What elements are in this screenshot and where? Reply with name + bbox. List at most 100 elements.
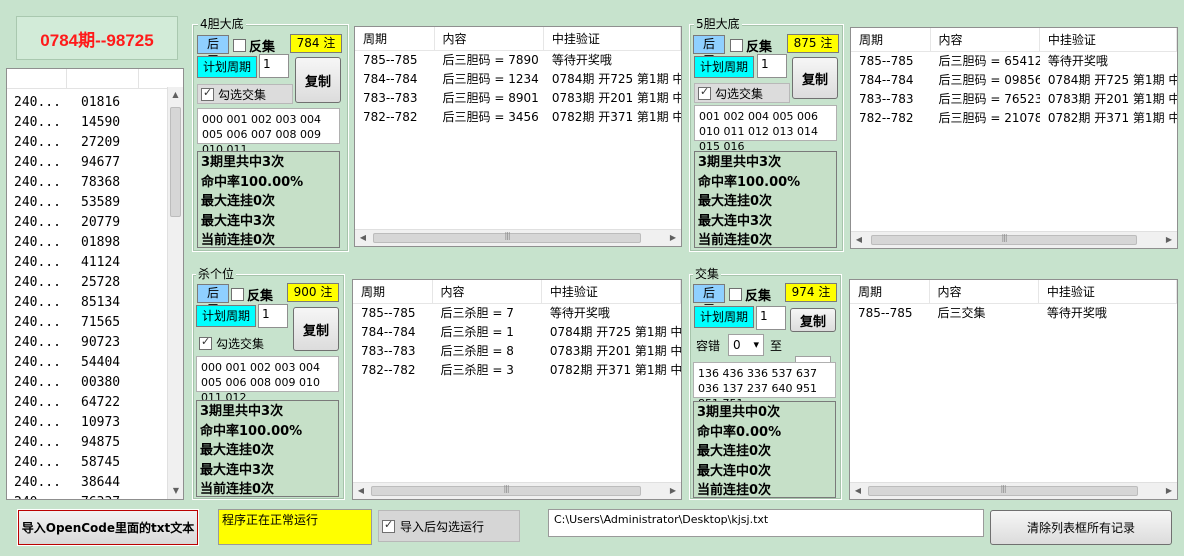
- pk-copy-button[interactable]: 复制: [293, 307, 339, 351]
- horizontal-scrollbar[interactable]: ◀▶: [353, 482, 681, 499]
- history-row[interactable]: 240... 00380: [7, 373, 169, 393]
- history-row[interactable]: 240... 14590: [7, 113, 169, 133]
- history-row[interactable]: 240... 20779: [7, 213, 169, 233]
- history-row[interactable]: 240... 54404: [7, 353, 169, 373]
- checkbox-checked-icon[interactable]: [201, 86, 214, 101]
- p5-invert-checkbox[interactable]: 反集: [730, 36, 772, 55]
- scroll-thumb[interactable]: [170, 107, 181, 217]
- pk-check-intersection[interactable]: 勾选交集: [196, 333, 292, 353]
- table-row[interactable]: 785--785 后三胆码 = 65412 等待开奖哦: [851, 52, 1177, 71]
- column-header[interactable]: 周期: [353, 280, 433, 303]
- scroll-left-icon[interactable]: ◀: [353, 483, 369, 499]
- checkbox-icon[interactable]: [730, 39, 743, 52]
- history-row[interactable]: 240... 25728: [7, 273, 169, 293]
- column-header[interactable]: 中挂验证: [1040, 28, 1177, 51]
- scroll-thumb[interactable]: [868, 486, 1138, 496]
- history-row[interactable]: 240...76337: [7, 493, 169, 499]
- table-row[interactable]: 782--782 后三胆码 = 21078 0782期 开371 第1期 中: [851, 109, 1177, 128]
- scroll-thumb[interactable]: [371, 486, 641, 496]
- auto-run-checkbox[interactable]: 导入后勾选运行: [378, 510, 520, 542]
- checkbox-icon[interactable]: [233, 39, 246, 52]
- checkbox-icon[interactable]: [729, 288, 742, 301]
- horizontal-scrollbar[interactable]: ◀▶: [850, 482, 1177, 499]
- p5-results-table[interactable]: 周期 内容 中挂验证 785--785 后三胆码 = 65412 等待开奖哦 784--78…: [850, 27, 1178, 249]
- table-row[interactable]: 784--784 后三胆码 = 1234 0784期 开725 第1期 中: [355, 70, 681, 89]
- pj-tolerance-from-select[interactable]: 0: [728, 334, 764, 356]
- pj-results-table[interactable]: 周期内容中挂验证785--785后三交集等待开奖哦◀▶: [849, 279, 1178, 500]
- checkbox-checked-icon[interactable]: [698, 85, 711, 100]
- table-row[interactable]: 783--783 后三杀胆 = 8 0783期 开201 第1期 中: [353, 342, 681, 361]
- history-vertical-scrollbar[interactable]: ▲ ▼: [167, 87, 183, 499]
- history-row[interactable]: 240... 58745: [7, 453, 169, 473]
- column-header[interactable]: 内容: [433, 280, 542, 303]
- scroll-thumb[interactable]: [373, 233, 641, 243]
- pk-number-box[interactable]: 000 001 002 003 004 005 006 008 009 010 …: [196, 356, 339, 404]
- p4-check-intersection[interactable]: 勾选交集: [197, 84, 293, 104]
- table-row[interactable]: 785--785 后三杀胆 = 7 等待开奖哦: [353, 304, 681, 323]
- table-row[interactable]: 784--784 后三杀胆 = 1 0784期 开725 第1期 中: [353, 323, 681, 342]
- column-header[interactable]: 周期: [850, 280, 930, 303]
- column-header[interactable]: 中挂验证: [544, 27, 681, 50]
- pj-plan-input[interactable]: 1: [756, 306, 786, 330]
- history-row[interactable]: 240... 01816: [7, 93, 169, 113]
- p5-plan-input[interactable]: 1: [757, 54, 787, 78]
- p5-number-box[interactable]: 001 002 004 005 006 010 011 012 013 014 …: [694, 105, 837, 153]
- p4-results-table[interactable]: 周期 内容 中挂验证 785--785 后三胆码 = 7890 等待开奖哦 784--784…: [354, 26, 682, 247]
- history-row[interactable]: 240... 53589: [7, 193, 169, 213]
- import-txt-button[interactable]: 导入OpenCode里面的txt文本: [17, 509, 199, 546]
- history-row[interactable]: 240... 71565: [7, 313, 169, 333]
- history-row[interactable]: 240... 94875: [7, 433, 169, 453]
- table-row[interactable]: 783--783 后三胆码 = 76523 0783期 开201 第1期 中: [851, 90, 1177, 109]
- history-row[interactable]: 240... 90723: [7, 333, 169, 353]
- file-path-input[interactable]: C:\Users\Administrator\Desktop\kjsj.txt: [548, 509, 984, 537]
- history-row[interactable]: 240... 78368: [7, 173, 169, 193]
- horizontal-scrollbar[interactable]: ◀▶: [355, 229, 681, 246]
- p4-copy-button[interactable]: 复制: [295, 57, 341, 103]
- scroll-left-icon[interactable]: ◀: [850, 483, 866, 499]
- pk-results-table[interactable]: 周期 内容 中挂验证 785--785 后三杀胆 = 7 等待开奖哦 784--784 后三杀…: [352, 279, 682, 500]
- scroll-right-icon[interactable]: ▶: [665, 230, 681, 246]
- history-listbox[interactable]: 240... 01816 240... 14590 240... 27209 240... 9…: [6, 68, 184, 500]
- scroll-right-icon[interactable]: ▶: [1161, 232, 1177, 248]
- history-row[interactable]: 240... 94677: [7, 153, 169, 173]
- column-header[interactable]: 周期: [851, 28, 931, 51]
- column-header[interactable]: 周期: [355, 27, 435, 50]
- pk-invert-checkbox[interactable]: 反集: [231, 285, 273, 304]
- history-row[interactable]: 240... 85134: [7, 293, 169, 313]
- column-header[interactable]: 中挂验证: [1039, 280, 1177, 303]
- column-header[interactable]: 内容: [435, 27, 544, 50]
- scroll-up-icon[interactable]: ▲: [168, 87, 183, 103]
- checkbox-icon[interactable]: [231, 288, 244, 301]
- p5-check-intersection[interactable]: 勾选交集: [694, 83, 790, 103]
- pj-number-box[interactable]: 136 436 336 537 637 036 137 237 640 951 …: [693, 362, 836, 410]
- column-header[interactable]: 中挂验证: [542, 280, 681, 303]
- table-row[interactable]: 783--783 后三胆码 = 8901 0783期 开201 第1期 中: [355, 89, 681, 108]
- table-row[interactable]: 785--785 后三胆码 = 7890 等待开奖哦: [355, 51, 681, 70]
- history-row[interactable]: 240... 10973: [7, 413, 169, 433]
- table-row[interactable]: 782--782 后三杀胆 = 3 0782期 开371 第1期 中: [353, 361, 681, 380]
- horizontal-scrollbar[interactable]: ◀▶: [851, 231, 1177, 248]
- column-header[interactable]: 内容: [930, 280, 1039, 303]
- p4-number-box[interactable]: 000 001 002 003 004 005 006 007 008 009 …: [197, 108, 340, 156]
- history-row[interactable]: 240... 27209: [7, 133, 169, 153]
- scroll-left-icon[interactable]: ◀: [851, 232, 867, 248]
- history-row[interactable]: 240... 64722: [7, 393, 169, 413]
- scroll-down-icon[interactable]: ▼: [168, 483, 183, 499]
- pj-invert-checkbox[interactable]: 反集: [729, 285, 771, 304]
- p4-invert-checkbox[interactable]: 反集: [233, 36, 275, 55]
- checkbox-checked-icon[interactable]: [382, 518, 395, 533]
- p5-copy-button[interactable]: 复制: [792, 57, 838, 99]
- scroll-right-icon[interactable]: ▶: [1161, 483, 1177, 499]
- scroll-right-icon[interactable]: ▶: [665, 483, 681, 499]
- pj-copy-button[interactable]: 复制: [790, 308, 836, 332]
- table-row[interactable]: 785--785 后三交集 等待开奖哦: [850, 304, 1177, 323]
- table-row[interactable]: 784--784 后三胆码 = 09856 0784期 开725 第1期 中: [851, 71, 1177, 90]
- p4-plan-input[interactable]: 1: [259, 54, 289, 78]
- pk-plan-input[interactable]: 1: [258, 304, 288, 328]
- history-row[interactable]: 240... 38644: [7, 473, 169, 493]
- scroll-thumb[interactable]: [871, 235, 1137, 245]
- column-header[interactable]: 内容: [931, 28, 1040, 51]
- history-row[interactable]: 240... 41124: [7, 253, 169, 273]
- scroll-left-icon[interactable]: ◀: [355, 230, 371, 246]
- clear-list-button[interactable]: 清除列表框所有记录: [990, 510, 1172, 545]
